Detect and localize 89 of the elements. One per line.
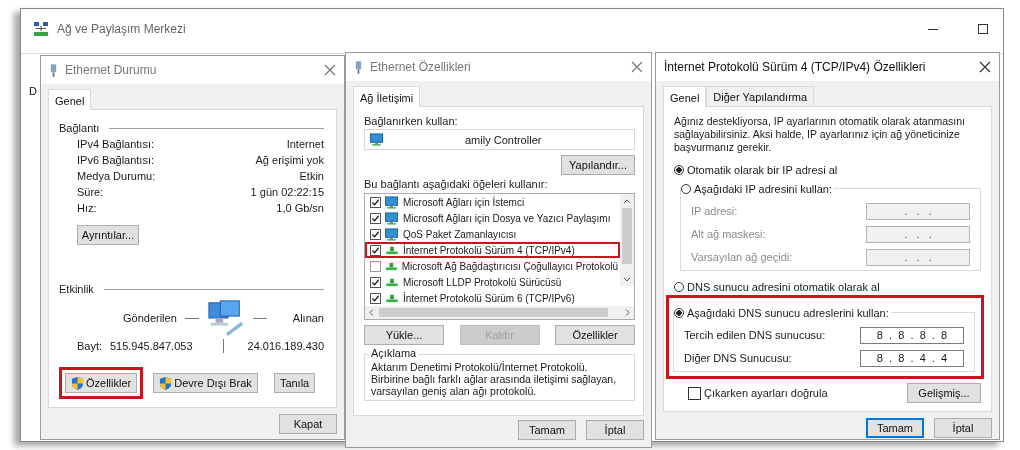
maximize-icon[interactable] [977,23,989,35]
field-label: Bu bağlantı aşağıdaki öğeleri kullanır: [364,178,549,190]
list-item[interactable]: Microsoft Ağları için İstemci [365,194,620,210]
dialog-title: Ethernet Durumu [65,63,157,77]
checkbox[interactable] [370,196,381,208]
monitor-icon [384,227,400,241]
field-value: Internet [286,138,324,150]
field-label: Tercih edilen DNS sunucusu: [684,329,826,341]
monitor-icon [384,211,400,225]
ip-address-field[interactable]: 8 . 8 . 4 . 4 [860,349,964,367]
window-title: Ağ ve Paylaşım Merkezi [57,22,186,36]
sent-label: Gönderilen [122,312,177,324]
tab[interactable]: Genel [663,86,707,107]
horizontal-scrollbar[interactable] [365,306,634,319]
shield-icon [71,375,84,391]
dialog-button[interactable]: İptal [934,418,992,438]
field-label: Bağlanırken kullan: [364,115,459,127]
radio-option[interactable]: Aşağıdaki DNS sunucu adreslerini kullan: [674,305,891,321]
action-button[interactable]: Özellikler [65,373,138,393]
plug-icon [354,59,363,75]
checkbox[interactable] [370,212,381,224]
list-item[interactable]: İnternet Protokolü Sürüm 6 (TCP/IPv6) [365,290,620,306]
radio-option[interactable]: DNS sunucu adresini otomatik olarak al [674,279,981,295]
dialog-button[interactable]: Tamam [518,420,576,440]
dialog-title: İnternet Protokolü Sürüm 4 (TCP/IPv4) Özellikleri [664,60,926,74]
dialog-button[interactable]: İptal [586,420,644,440]
network-computers-icon [206,299,245,337]
checkbox[interactable] [370,260,381,272]
field-label: Hız: [77,202,97,214]
field-value: Ağ erişimi yok [255,154,324,166]
group-heading: Etkinlik [59,283,94,295]
list-item[interactable]: Microsoft LLDP Protokolü Sürücüsü [365,274,620,290]
action-button[interactable]: Devre Dışı Brak [153,373,258,393]
details-button[interactable]: Ayrıntılar... [77,225,139,245]
radio-button[interactable] [674,282,684,292]
radio-button[interactable] [674,308,684,318]
dialog-title: Ethernet Özellikleri [370,60,471,74]
intro-text: Ağınız destekliyorsa, IP ayarlarının otomatik olarak atanmasını sağlayabilirsiniz. Aksi halde, IP ayarlarınız için ağ yöneticinize başvurmanız gerekir. [674,115,967,154]
tab[interactable]: Diğer Yapılandırma [706,86,815,106]
close-button[interactable]: Kapat [279,414,337,434]
field-label: Bayt: [76,340,104,352]
field-value: 1 gün 02:22:15 [250,186,324,198]
field-label: IPv6 Bağlantısı: [77,154,155,166]
group-heading: Bağlantı [59,122,100,134]
dialog-button[interactable]: Tamam [866,418,924,438]
field-label: Süre: [77,186,104,198]
radio-option[interactable]: Otomatik olarak bir IP adresi al [674,162,981,178]
field-value: 1,0 Gb/sn [276,202,324,214]
radio-button[interactable] [674,165,684,175]
checkbox-option[interactable]: Çıkarken ayarları doğrula [688,386,828,400]
close-icon[interactable] [979,61,991,73]
tab[interactable]: Genel [48,89,92,110]
field-label: Alt ağ maskesi: [691,228,766,240]
field-value: Etkin [299,170,324,182]
network-center-icon [33,21,49,37]
field-label: Diğer DNS Sunucusu: [684,352,792,364]
radio-button[interactable] [681,184,691,194]
radio-option[interactable]: Aşağıdaki IP adresini kullan: [681,181,834,197]
checkbox[interactable] [370,276,381,288]
checkbox[interactable] [370,228,381,240]
checkbox[interactable] [370,244,381,256]
sent-bytes: 515.945.847.053 [109,340,193,352]
list-item[interactable]: Microsoft Ağ Bağdaştırıcısı Çoğullayıcı Protokolü [365,258,620,274]
monitor-icon [384,195,400,209]
received-label: Alınan [292,312,324,324]
adapter-name: amily Controller [465,133,542,146]
plug-icon [49,62,58,78]
action-button[interactable]: Özellikler [555,325,635,345]
received-bytes: 24.016.189.430 [247,340,324,352]
group-heading: Açıklama [369,347,419,359]
checkbox[interactable] [370,292,381,304]
shield-icon [159,375,173,391]
list-item[interactable]: İnternet Protokolü Sürüm 4 (TCP/IPv4) [365,242,620,258]
monitor-icon [369,133,385,146]
configure-button[interactable]: Yapılandır... [561,155,635,175]
description-text: Aktarım Denetimi Protokolü/İnternet Protokolü. Birbirine bağlı farklı ağlar arasında iletişimi sağlayan, varsayılan geniş alan ağı protokolü. [371,361,618,397]
ip-address-field[interactable]: 8 . 8 . 8 . 8 [860,326,964,344]
field-label: Varsayılan ağ geçidi: [691,251,793,263]
field-label: Medya Durumu: [77,170,156,182]
field-label: IP adresi: [691,205,738,217]
tab-label: D [29,85,37,97]
tab[interactable]: Ağ İletişimi [353,86,421,107]
vertical-scrollbar[interactable] [620,194,634,286]
field-label: IPv4 Bağlantısı: [77,138,155,150]
list-item[interactable]: QoS Paket Zamanlayıcısı [365,226,620,242]
list-item[interactable]: Microsoft Ağları için Dosya ve Yazıcı Paylaşımı [365,210,620,226]
action-button[interactable]: Yükle... [364,325,444,345]
action-button[interactable]: Tanıla [273,373,316,393]
advanced-button[interactable]: Gelişmiş... [907,383,981,403]
